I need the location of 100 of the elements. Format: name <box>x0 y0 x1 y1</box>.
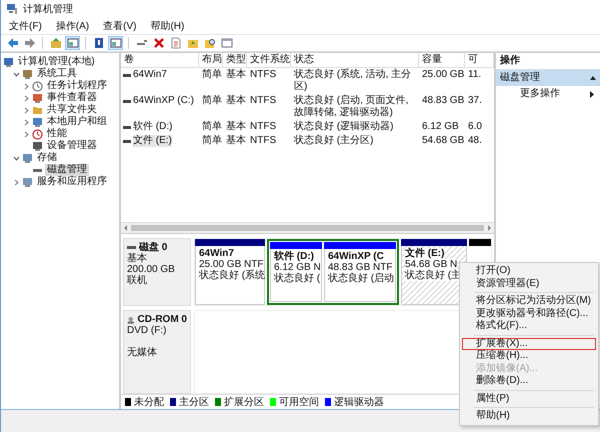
computer-icon <box>6 3 18 15</box>
disk-info: 联机 <box>127 275 148 286</box>
disk-label-panel[interactable]: 磁盘 0 基本 200.00 GB 联机 <box>123 238 191 306</box>
legend-label: 主分区 <box>179 396 209 409</box>
column-header[interactable]: 类型 <box>223 53 247 68</box>
legend-label: 逻辑驱动器 <box>334 396 384 409</box>
table-cell-text: 11. <box>467 68 482 82</box>
partition-size: 48.83 GB NTF <box>328 262 392 273</box>
tree-item[interactable]: 事件查看器 <box>45 92 99 104</box>
menu-item[interactable]: 帮助(H) <box>462 410 596 422</box>
partition-color-bar <box>324 242 396 249</box>
table-cell-text: NTFS <box>249 120 278 134</box>
pane-view-icon[interactable] <box>108 36 123 50</box>
tree-item[interactable]: 本地用户和组 <box>45 116 109 128</box>
legend-label: 未分配 <box>134 396 164 409</box>
column-header[interactable]: 文件系统 <box>247 53 291 68</box>
table-cell-text: 48.83 GB <box>421 94 465 108</box>
table-cell-text: 48. <box>467 134 483 148</box>
disk-info: DVD (F:) <box>127 325 168 336</box>
tree-item[interactable]: 任务计划程序 <box>45 80 109 92</box>
table-cell-text: NTFS <box>249 68 278 82</box>
partition-size: 25.00 GB NTF <box>199 259 264 270</box>
partition-title: 文件 (E:) <box>405 248 444 259</box>
actions-section-header[interactable]: 磁盘管理 <box>496 70 600 86</box>
tree-item[interactable]: 性能 <box>45 128 69 140</box>
disk-label-panel[interactable]: CD-ROM 0 DVD (F:) 无媒体 <box>123 310 191 394</box>
cd-drive-icon <box>127 314 135 324</box>
table-cell-text: 简单 <box>201 94 223 108</box>
action-link[interactable]: 更多操作 <box>520 88 560 100</box>
menu-item[interactable]: 格式化(F)... <box>462 320 596 332</box>
expand-chevron-icon[interactable] <box>13 178 20 186</box>
column-header[interactable]: 卷 <box>121 53 199 68</box>
gauge-icon <box>32 128 43 140</box>
table-cell-text: 状态良好 (主分区) <box>293 134 374 148</box>
table-cell[interactable]: 64Win7 <box>133 69 167 81</box>
menu-item[interactable]: 操作(A) <box>56 19 90 33</box>
table-cell-text: 6.0 <box>467 120 483 134</box>
column-header[interactable]: 布局 <box>199 53 223 68</box>
partition-title: 64WinXP (C <box>328 251 384 262</box>
collapse-chevron-icon[interactable] <box>13 70 20 78</box>
tree-item[interactable]: 系统工具 <box>35 68 79 80</box>
tree-item[interactable]: 计算机管理(本地) <box>16 56 97 68</box>
tree-item[interactable]: 存储 <box>35 152 59 164</box>
partition-title: 软件 (D:) <box>274 251 314 262</box>
partition-status: 状态良好 (系统 <box>199 270 265 281</box>
folder-up-icon[interactable] <box>48 36 63 50</box>
table-cell-text: 基本 <box>225 120 247 134</box>
table-cell-text: 状态良好 (逻辑驱动器) <box>293 120 394 134</box>
menu-item[interactable]: 帮助(H) <box>150 19 184 33</box>
menu-item[interactable]: 更改驱动器号和路径(C)... <box>462 308 596 320</box>
tree-item[interactable]: 服务和应用程序 <box>35 176 109 188</box>
folder-search-icon[interactable] <box>202 36 217 50</box>
collapse-arrow-icon[interactable] <box>590 76 596 80</box>
table-cell-text: 简单 <box>201 120 223 134</box>
scroll-right-icon[interactable] <box>486 225 492 231</box>
tree-item[interactable]: 磁盘管理 <box>45 164 89 176</box>
tree-item[interactable]: 设备管理器 <box>45 140 99 152</box>
scroll-left-icon[interactable] <box>123 225 129 231</box>
table-cell[interactable]: 64WinXP (C:) <box>133 95 194 107</box>
menu-item[interactable]: 查看(V) <box>103 19 136 33</box>
table-cell-text: 基本 <box>225 68 247 82</box>
disk-name: CD-ROM 0 <box>138 314 187 325</box>
menu-item[interactable]: 压缩卷(H)... <box>462 350 596 362</box>
volume-icon <box>123 140 131 143</box>
menu-item[interactable]: 属性(P) <box>462 392 596 405</box>
table-cell-text: 6.12 GB <box>421 120 460 134</box>
expand-chevron-icon[interactable] <box>23 130 30 138</box>
expand-chevron-icon[interactable] <box>23 106 30 114</box>
forward-arrow-icon[interactable] <box>22 36 37 50</box>
delete-icon[interactable] <box>151 36 166 50</box>
menu-item[interactable]: 扩展卷(X)... <box>462 338 596 350</box>
table-cell-text: 状态良好 (系统, 活动, 主分区) <box>293 68 412 94</box>
partition-color-bar <box>195 239 265 246</box>
menu-item[interactable]: 文件(F) <box>9 19 42 33</box>
horizontal-scrollbar[interactable] <box>121 222 494 233</box>
column-header[interactable]: 可 <box>465 53 494 68</box>
volume-icon <box>123 126 131 129</box>
disk-info: 无媒体 <box>127 347 158 358</box>
table-cell-text: 简单 <box>201 68 223 82</box>
column-header[interactable]: 状态 <box>291 53 419 68</box>
clock-icon <box>32 80 43 92</box>
expand-chevron-icon[interactable] <box>23 94 30 102</box>
table-cell[interactable]: 软件 (D:) <box>133 121 172 133</box>
partition-size: 6.12 GB N <box>274 262 321 273</box>
scrollbar-thumb[interactable] <box>131 225 484 231</box>
expand-chevron-icon[interactable] <box>23 118 30 126</box>
collapse-chevron-icon[interactable] <box>13 154 20 162</box>
computer-icon <box>3 56 14 68</box>
table-cell-text: 基本 <box>225 134 247 148</box>
table-cell-text: 简单 <box>201 134 223 148</box>
partition-status: 状态良好 (启动 <box>328 273 394 284</box>
pane-view-icon[interactable] <box>65 36 80 50</box>
menu-item[interactable]: 删除卷(D)... <box>462 375 596 388</box>
expand-chevron-icon[interactable] <box>23 82 30 90</box>
column-header[interactable]: 容量 <box>419 53 465 68</box>
partition-status: 状态良好 ( <box>274 273 320 284</box>
table-cell[interactable]: 文件 (E:) <box>133 135 172 147</box>
window-icon[interactable] <box>219 36 234 50</box>
tree-item[interactable]: 共享文件夹 <box>45 104 99 116</box>
volume-icon <box>123 100 131 103</box>
